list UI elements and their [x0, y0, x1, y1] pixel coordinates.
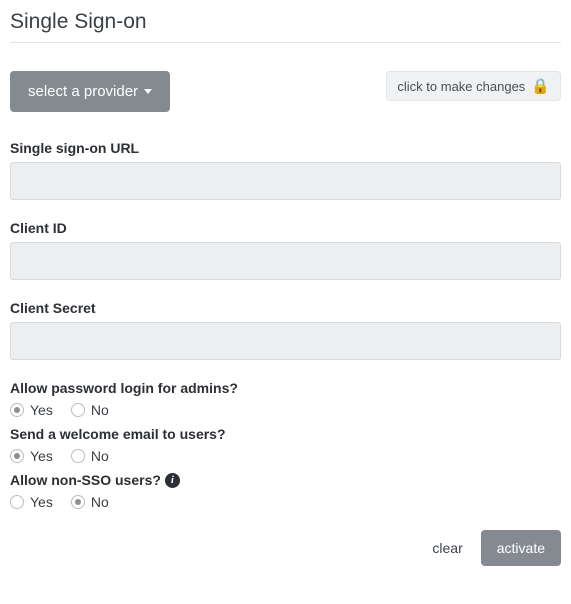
radio-text: No [91, 448, 109, 464]
welcome-email-row: Yes No [10, 448, 561, 464]
top-row: select a provider click to make changes … [10, 71, 561, 112]
non-sso-row: Yes No [10, 494, 561, 510]
radio-text: Yes [30, 448, 53, 464]
welcome-email-no[interactable]: No [71, 448, 109, 464]
footer-row: clear activate [10, 530, 561, 566]
client-id-input[interactable] [10, 242, 561, 280]
sso-url-group: Single sign-on URL [10, 140, 561, 200]
radio-icon [10, 449, 24, 463]
sso-url-input[interactable] [10, 162, 561, 200]
radio-text: Yes [30, 494, 53, 510]
clear-button[interactable]: clear [432, 540, 462, 556]
lock-changes-button[interactable]: click to make changes 🔒 [386, 71, 561, 101]
radio-icon [10, 403, 24, 417]
non-sso-label: Allow non-SSO users? i [10, 472, 561, 488]
radio-text: No [91, 402, 109, 418]
radio-icon [71, 449, 85, 463]
activate-button[interactable]: activate [481, 530, 561, 566]
lock-icon: 🔒 [531, 77, 550, 95]
client-id-group: Client ID [10, 220, 561, 280]
admin-password-yes[interactable]: Yes [10, 402, 53, 418]
welcome-email-label: Send a welcome email to users? [10, 426, 561, 442]
admin-password-label: Allow password login for admins? [10, 380, 561, 396]
client-secret-group: Client Secret [10, 300, 561, 360]
admin-password-no[interactable]: No [71, 402, 109, 418]
client-secret-label: Client Secret [10, 300, 561, 316]
sso-url-label: Single sign-on URL [10, 140, 561, 156]
chevron-down-icon [144, 89, 152, 94]
client-id-label: Client ID [10, 220, 561, 236]
non-sso-section: Allow non-SSO users? i Yes No [10, 472, 561, 510]
radio-icon [71, 403, 85, 417]
admin-password-row: Yes No [10, 402, 561, 418]
page-title: Single Sign-on [10, 10, 561, 43]
non-sso-no[interactable]: No [71, 494, 109, 510]
welcome-email-yes[interactable]: Yes [10, 448, 53, 464]
non-sso-yes[interactable]: Yes [10, 494, 53, 510]
select-provider-label: select a provider [28, 83, 138, 100]
non-sso-label-text: Allow non-SSO users? [10, 472, 161, 488]
radio-icon [71, 495, 85, 509]
radio-icon [10, 495, 24, 509]
lock-changes-label: click to make changes [397, 79, 525, 94]
welcome-email-section: Send a welcome email to users? Yes No [10, 426, 561, 464]
admin-password-section: Allow password login for admins? Yes No [10, 380, 561, 418]
client-secret-input[interactable] [10, 322, 561, 360]
select-provider-button[interactable]: select a provider [10, 71, 170, 112]
radio-text: Yes [30, 402, 53, 418]
radio-text: No [91, 494, 109, 510]
info-icon[interactable]: i [165, 473, 180, 488]
